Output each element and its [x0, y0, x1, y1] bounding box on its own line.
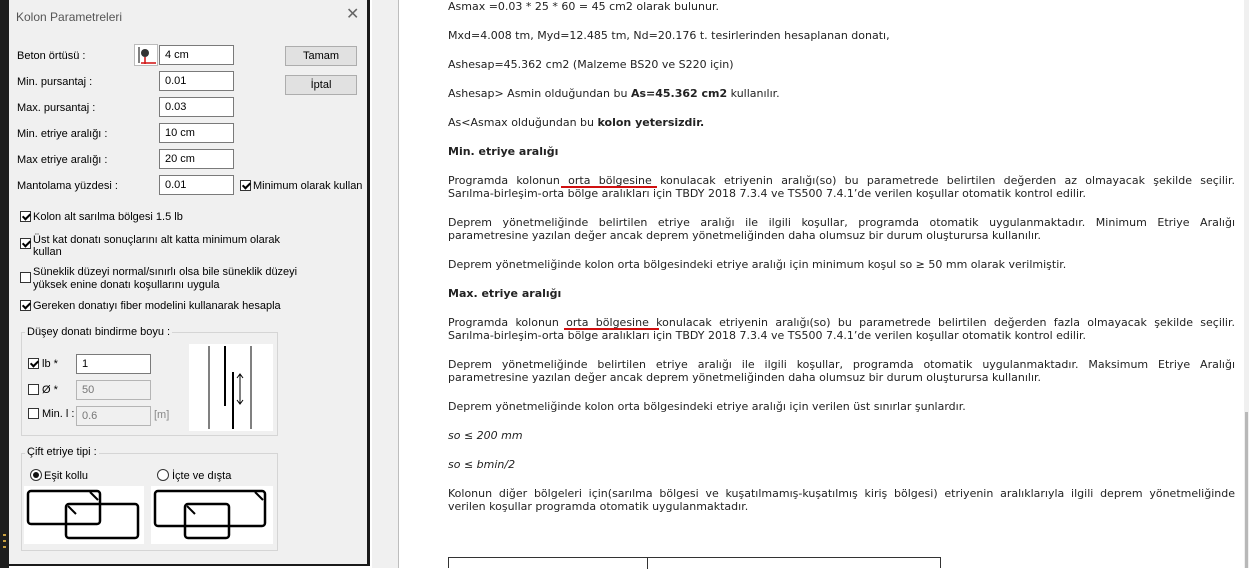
- cover-diagram-icon: [134, 44, 158, 66]
- diameter-label: Ø *: [42, 384, 58, 396]
- min-ratio-input[interactable]: 0.01: [159, 71, 234, 91]
- option-ductility-label-2: yüksek enine donatı koşullarını uygula: [33, 279, 220, 291]
- lb-checkbox[interactable]: [28, 358, 39, 369]
- doc-line-bold: As=45.362 cm2: [630, 87, 728, 100]
- max-stirrup-input[interactable]: 20 cm: [159, 149, 234, 169]
- doc-paragraph-line: Deprem yönetmeliğinde belirtilen etriye …: [448, 358, 1235, 371]
- min-stirrup-input[interactable]: 10 cm: [159, 123, 234, 143]
- doc-paragraph-line: Sarılma-birleşim-orta bölge aralıkları i…: [448, 187, 1087, 200]
- jacketing-input[interactable]: 0.01: [159, 175, 234, 195]
- table-top: [448, 557, 941, 569]
- doc-scrollbar[interactable]: [1244, 0, 1249, 568]
- diameter-checkbox[interactable]: [28, 384, 39, 395]
- heading-max-stirrup: Max. etriye aralığı: [448, 287, 562, 300]
- min-ratio-label: Min. pursantaj :: [17, 76, 93, 88]
- doc-paragraph-line: Deprem yönetmeliğinde kolon orta bölgesi…: [448, 258, 1067, 271]
- doc-paragraph-line: parametresine yazılan değer ancak deprem…: [448, 371, 1042, 384]
- table-divider: [647, 558, 648, 569]
- inner-outer-radio[interactable]: [157, 469, 169, 481]
- stirrup-type-group-title: Çift etriye tipi :: [25, 446, 99, 458]
- equal-legs-label: Eşit kollu: [44, 470, 89, 482]
- doc-line-text: As<Asmax olduğundan bu: [448, 116, 598, 129]
- cover-input[interactable]: 4 cm: [159, 45, 234, 65]
- scrollbar-thumb[interactable]: [1245, 412, 1248, 568]
- formula-line: so ≤ bmin/2: [448, 458, 516, 471]
- max-ratio-label: Max. pursantaj :: [17, 102, 96, 114]
- formula-line: so ≤ 200 mm: [448, 429, 523, 442]
- doc-line-bold: kolon yetersizdir.: [597, 116, 705, 129]
- equal-legs-radio[interactable]: [30, 469, 42, 481]
- doc-line: Ashesap> Asmin olduğundan bu As=45.362 c…: [448, 87, 780, 100]
- doc-paragraph-line: Sarılma-birleşim-orta bölge aralıkları i…: [448, 329, 1087, 342]
- inner-outer-diagram-icon[interactable]: [151, 486, 273, 544]
- doc-line-text: Ashesap> Asmin olduğundan bu: [448, 87, 631, 100]
- doc-paragraph-line: parametresine yazılan değer ancak deprem…: [448, 229, 1042, 242]
- inner-outer-label: İçte ve dışta: [172, 470, 232, 482]
- equal-legs-diagram-icon[interactable]: [24, 486, 144, 544]
- dialog-title: Kolon Parametreleri: [16, 10, 123, 24]
- doc-paragraph-line: Deprem yönetmeliğinde kolon orta bölgesi…: [448, 400, 966, 413]
- min-stirrup-label: Min. etriye aralığı :: [17, 128, 108, 140]
- option-fiber-model-checkbox[interactable]: [20, 300, 31, 311]
- doc-line: Ashesap=45.362 cm2 (Malzeme BS20 ve S220…: [448, 58, 734, 71]
- min-use-checkbox[interactable]: [240, 180, 251, 191]
- min-use-label: Minimum olarak kullan: [253, 180, 363, 192]
- pane-splitter[interactable]: [372, 0, 399, 568]
- doc-line-text: kullanılır.: [727, 87, 780, 100]
- close-icon[interactable]: ✕: [346, 7, 359, 23]
- column-parameters-dialog: Kolon Parametreleri ✕ Beton örtüsü : Min…: [9, 0, 370, 566]
- doc-line: Mxd=4.008 tm, Myd=12.485 tm, Nd=20.176 t…: [448, 29, 890, 42]
- doc-paragraph-line: Deprem yönetmeliğinde belirtilen etriye …: [448, 216, 1235, 229]
- option-upper-floor-label-1: Üst kat donatı sonuçlarını alt katta min…: [33, 234, 280, 246]
- option-ductility-label-1: Süneklik düzeyi normal/sınırlı olsa bile…: [33, 266, 298, 278]
- lb-input[interactable]: 1: [76, 354, 151, 374]
- max-ratio-input[interactable]: 0.03: [159, 97, 234, 117]
- option-lower-confinement-checkbox[interactable]: [20, 211, 31, 222]
- option-upper-floor-checkbox[interactable]: [20, 238, 31, 249]
- help-document: Asmax =0.03 * 25 * 60 = 45 cm2 olarak bu…: [400, 0, 1249, 569]
- jacketing-label: Mantolama yüzdesi :: [17, 180, 118, 192]
- heading-min-stirrup: Min. etriye aralığı: [448, 145, 559, 158]
- ok-button[interactable]: Tamam: [285, 46, 357, 66]
- cancel-button[interactable]: İptal: [285, 75, 357, 95]
- doc-paragraph-line: verilen koşullar programda otomatik uygu…: [448, 500, 749, 513]
- min-length-input[interactable]: 0.6: [76, 406, 151, 426]
- doc-line: Asmax =0.03 * 25 * 60 = 45 cm2 olarak bu…: [448, 0, 719, 13]
- option-ductility-checkbox[interactable]: [20, 272, 31, 283]
- max-stirrup-label: Max etriye aralığı :: [17, 154, 108, 166]
- doc-line: As<Asmax olduğundan bu kolon yetersizdir…: [448, 116, 704, 129]
- diameter-input[interactable]: 50: [76, 380, 151, 400]
- cover-label: Beton örtüsü :: [17, 50, 86, 62]
- splice-diagram-icon: [189, 344, 273, 431]
- min-length-unit: [m]: [154, 409, 170, 421]
- lb-label: lb *: [42, 358, 58, 370]
- doc-paragraph-line: Kolonun diğer bölgeleri için(sarılma böl…: [448, 487, 1235, 500]
- min-length-label: Min. l :: [42, 408, 75, 420]
- option-upper-floor-label-2: kullan: [33, 246, 62, 258]
- cad-viewport-strip: [0, 0, 9, 568]
- option-fiber-model-label: Gereken donatıyı fiber modelini kullanar…: [33, 300, 281, 312]
- option-lower-confinement-label: Kolon alt sarılma bölgesi 1.5 lb: [33, 211, 183, 223]
- min-length-checkbox[interactable]: [28, 408, 39, 419]
- splice-length-group-title: Düşey donatı bindirme boyu :: [25, 326, 173, 338]
